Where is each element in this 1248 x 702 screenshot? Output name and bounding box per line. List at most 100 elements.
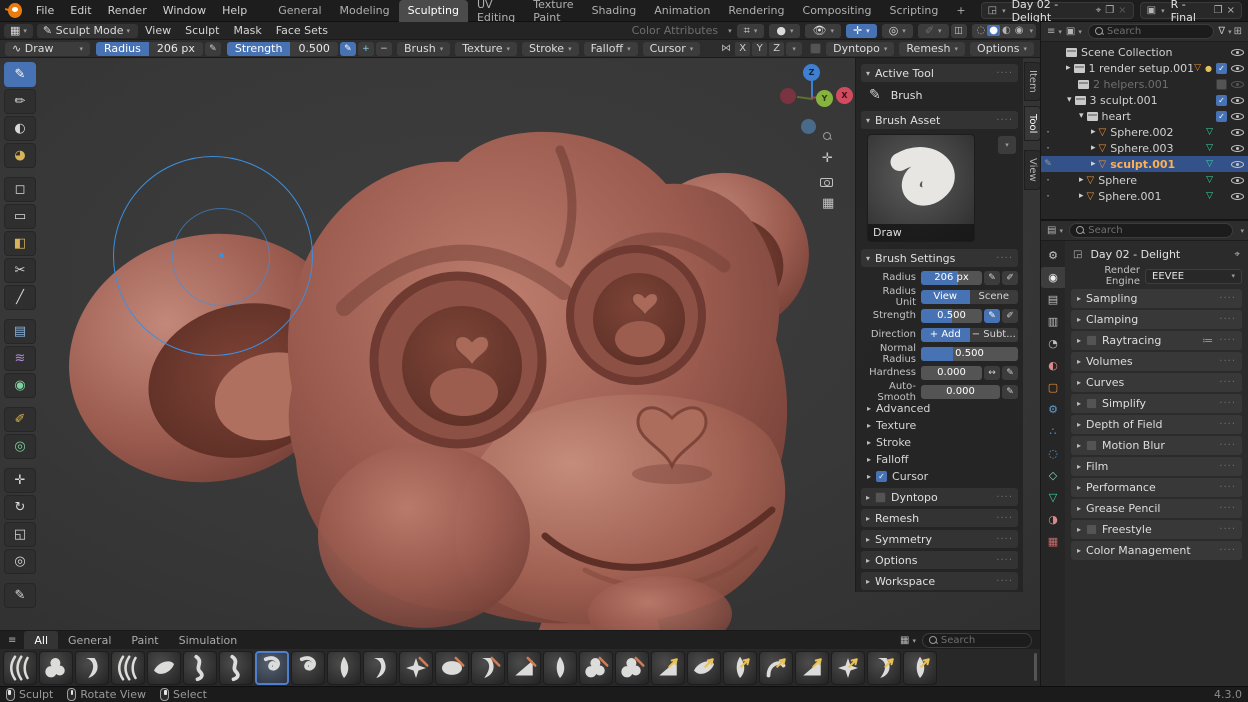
visibility-eye-icon[interactable] xyxy=(1231,176,1244,185)
tool-box-hide[interactable]: ▭ xyxy=(4,204,36,229)
shelf-search[interactable] xyxy=(922,633,1032,648)
expand-closed-icon[interactable]: ▸ xyxy=(1091,127,1096,137)
collection-checkbox[interactable]: ✓ xyxy=(1216,63,1227,74)
hardness-slider[interactable]: 0.000 xyxy=(921,366,982,380)
brush-thumbnail-scurve[interactable] xyxy=(183,651,217,685)
3d-viewport[interactable]: Z Y X ✛ ▦ ▾Active Tool···· ✎ Brush ▾Brus… xyxy=(0,58,1040,630)
menu-window[interactable]: Window xyxy=(155,0,214,22)
expand-closed-icon[interactable]: ▸ xyxy=(1079,175,1084,185)
section-film[interactable]: ▸Film···· xyxy=(1071,457,1242,476)
subsection-texture[interactable]: ▸Texture xyxy=(861,417,1018,434)
strength-pressure-icon[interactable]: ✐ xyxy=(1002,309,1018,323)
active-brush-dropdown[interactable]: ∿ Draw▾ xyxy=(5,42,90,56)
outliner-row-scene-collection[interactable]: Scene Collection xyxy=(1041,44,1248,60)
properties-tab-tool[interactable]: ⚙ xyxy=(1041,245,1065,266)
workspace-tab-rendering[interactable]: Rendering xyxy=(719,0,793,22)
pin-icon[interactable]: ⌖ xyxy=(1232,249,1242,260)
workspace-tab-texture-paint[interactable]: Texture Paint xyxy=(524,0,582,22)
sidebar-tab-item[interactable]: Item xyxy=(1024,62,1040,101)
properties-tab-world[interactable]: ◐ xyxy=(1041,355,1065,376)
subsection-advanced[interactable]: ▸Advanced xyxy=(861,400,1018,417)
radius-slider[interactable]: Radius 206 px xyxy=(96,42,203,56)
brush-asset-section[interactable]: ▾Brush Asset···· xyxy=(861,111,1018,129)
object-name[interactable]: 2 helpers.001 xyxy=(1093,78,1169,91)
brush-thumbnail-disc[interactable] xyxy=(435,651,469,685)
outliner-row-sculpt-001[interactable]: ✎▸▽sculpt.001▽ xyxy=(1041,156,1248,172)
visibility-popover[interactable]: 👁▾ xyxy=(805,24,840,38)
section-clamping[interactable]: ▸Clamping···· xyxy=(1071,310,1242,329)
hardness-pen-icon[interactable]: ✎ xyxy=(1002,366,1018,380)
tool-cloth-filter[interactable]: ≋ xyxy=(4,346,36,371)
options-popover[interactable]: Options▾ xyxy=(970,42,1034,56)
shelf-tab-simulation[interactable]: Simulation xyxy=(169,631,248,649)
visibility-eye-icon[interactable] xyxy=(1231,128,1244,137)
view-layer-name[interactable]: R - Final xyxy=(1171,0,1206,24)
shelf-display-mode-icon[interactable]: ▦▾ xyxy=(898,635,918,646)
tool-mask[interactable]: ◐ xyxy=(4,116,36,141)
shading-wireframe-icon[interactable]: ◌ xyxy=(975,25,988,36)
collection-checkbox[interactable]: ✓ xyxy=(1216,111,1227,122)
brush-thumbnail-swirl[interactable] xyxy=(255,651,289,685)
strength-pressure-icon[interactable]: ✎ xyxy=(340,42,356,56)
menu-face-sets[interactable]: Face Sets xyxy=(269,24,335,37)
brush-thumbnail-fold[interactable] xyxy=(867,651,901,685)
object-name[interactable]: sculpt.001 xyxy=(1110,158,1175,171)
outliner-row-sphere-003[interactable]: ·▸▽Sphere.003▽ xyxy=(1041,140,1248,156)
blender-logo-icon[interactable] xyxy=(8,3,22,18)
shading-solid-icon[interactable]: ● xyxy=(987,25,1000,36)
workspace-tab-shading[interactable]: Shading xyxy=(583,0,646,22)
outliner-row-2-helpers-001[interactable]: 2 helpers.001 xyxy=(1041,76,1248,92)
freestyle-checkbox[interactable] xyxy=(1086,524,1097,535)
brush-asset-dropdown[interactable]: ▾ xyxy=(998,136,1016,154)
workspace-tab-general[interactable]: General xyxy=(269,0,330,22)
workspace-tab-scripting[interactable]: Scripting xyxy=(880,0,947,22)
outliner-row-sphere-002[interactable]: ·▸▽Sphere.002▽ xyxy=(1041,124,1248,140)
tool-mask-by-color[interactable]: ◎ xyxy=(4,434,36,459)
mirror-x-toggle[interactable]: X xyxy=(735,42,750,56)
subsection-falloff[interactable]: ▸Falloff xyxy=(861,451,1018,468)
section-options[interactable]: ▸Options···· xyxy=(861,551,1018,569)
camera-view-button[interactable] xyxy=(820,176,833,191)
brush-thumbnail-drop[interactable] xyxy=(543,651,577,685)
pan-hand-button[interactable]: ✛ xyxy=(822,151,833,166)
tool-edit-face-set[interactable]: ✐ xyxy=(4,407,36,432)
outliner-filter-type-icon[interactable]: ▣▾ xyxy=(1064,26,1084,37)
menu-mask[interactable]: Mask xyxy=(226,24,268,37)
brush-thumbnail-drop[interactable] xyxy=(903,651,937,685)
properties-options-dropdown[interactable]: ▾ xyxy=(1240,227,1244,235)
strength-value[interactable]: 0.500 xyxy=(290,42,338,56)
collection-checkbox[interactable] xyxy=(1216,79,1227,90)
motion-blur-checkbox[interactable] xyxy=(1086,440,1097,451)
properties-tab-particles[interactable]: ∴ xyxy=(1041,421,1065,442)
cursor-checkbox[interactable]: ✓ xyxy=(876,471,887,482)
popover-falloff[interactable]: Falloff▾ xyxy=(584,42,638,56)
shelf-tab-all[interactable]: All xyxy=(24,631,58,649)
section-performance[interactable]: ▸Performance···· xyxy=(1071,478,1242,497)
dyntopo-popover[interactable]: Dyntopo▾ xyxy=(826,42,894,56)
menu-edit[interactable]: Edit xyxy=(62,0,99,22)
workspace-tab-modeling[interactable]: Modeling xyxy=(331,0,399,22)
outliner-row-sphere-001[interactable]: ·▸▽Sphere.001▽ xyxy=(1041,188,1248,204)
brush-thumbnail-star[interactable] xyxy=(831,651,865,685)
properties-editor-type[interactable]: ▤▾ xyxy=(1045,225,1065,236)
properties-tab-render[interactable]: ◉ xyxy=(1041,267,1065,288)
add-workspace-button[interactable]: + xyxy=(947,0,974,22)
render-engine-dropdown[interactable]: EEVEE▾ xyxy=(1145,269,1242,284)
normal-radius-slider[interactable]: 0.500 xyxy=(921,347,1018,361)
brush-thumbnail-drop[interactable] xyxy=(327,651,361,685)
visibility-eye-icon[interactable] xyxy=(1231,192,1244,201)
new-layer-icon[interactable]: ❐ xyxy=(1212,5,1225,16)
section-freestyle[interactable]: ▸Freestyle···· xyxy=(1071,520,1242,539)
expand-closed-icon[interactable]: ▸ xyxy=(1079,191,1084,201)
outliner-row-3-sculpt-001[interactable]: ▾3 sculpt.001✓ xyxy=(1041,92,1248,108)
direction-subtract-button[interactable]: − xyxy=(376,42,392,56)
properties-tab-scene[interactable]: ◔ xyxy=(1041,333,1065,354)
symmetry-icon[interactable]: ⋈ xyxy=(719,43,733,54)
filter-icon[interactable]: ∇▾ xyxy=(1218,26,1231,37)
tool-rotate[interactable]: ↻ xyxy=(4,495,36,520)
tool-draw[interactable]: ✎ xyxy=(4,62,36,87)
section-grease-pencil[interactable]: ▸Grease Pencil···· xyxy=(1071,499,1242,518)
brush-thumbnail-hook[interactable] xyxy=(759,651,793,685)
gizmo-x-axis[interactable]: X xyxy=(836,87,853,104)
dyntopo-checkbox[interactable] xyxy=(875,492,886,503)
